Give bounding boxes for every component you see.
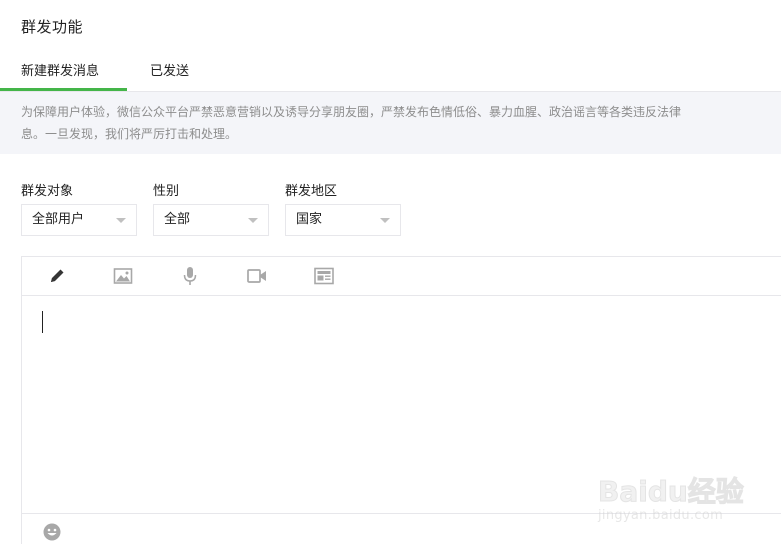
watermark: Baidu经验 jingyan.baidu.com [598,462,773,528]
filter-target: 群发对象 全部用户 [21,180,137,236]
filter-gender-label: 性别 [153,184,180,199]
filter-target-label: 群发对象 [21,184,74,199]
video-icon[interactable] [246,265,268,287]
filter-region: 群发地区 国家 [285,180,401,236]
tab-bar: 新建群发消息 已发送 [0,50,781,92]
region-select[interactable]: 国家 [285,204,401,236]
image-icon[interactable] [112,265,134,287]
page-title: 群发功能 [21,18,84,36]
gender-select[interactable]: 全部 [153,204,269,236]
chevron-down-icon [380,218,390,223]
policy-notice: 为保障用户体验，微信公众平台严禁恶意营销以及诱导分享朋友圈，严禁发布色情低俗、暴… [0,92,781,154]
watermark-logo: Baidu经验 [598,475,745,509]
watermark-url: jingyan.baidu.com [598,508,724,523]
mass-send-page: 群发功能 新建群发消息 已发送 为保障用户体验，微信公众平台严禁恶意营销以及诱导… [0,0,781,544]
text-cursor [42,311,43,333]
microphone-icon[interactable] [179,265,201,287]
news-icon[interactable] [313,265,335,287]
pencil-icon[interactable] [46,265,68,287]
tab-sent[interactable]: 已发送 [150,60,189,92]
filter-gender: 性别 全部 [153,180,269,236]
editor-toolbar [22,257,781,296]
chevron-down-icon [248,218,258,223]
region-select-value: 国家 [296,212,323,227]
target-select[interactable]: 全部用户 [21,204,137,236]
gender-select-value: 全部 [164,212,191,227]
active-tab-indicator [0,88,127,91]
chevron-down-icon [116,218,126,223]
filter-region-label: 群发地区 [285,184,338,199]
notice-line-2: 息。一旦发现，我们将严厉打击和处理。 [21,127,238,141]
emoji-icon[interactable] [42,522,62,542]
target-select-value: 全部用户 [32,212,85,227]
notice-line-1: 为保障用户体验，微信公众平台严禁恶意营销以及诱导分享朋友圈，严禁发布色情低俗、暴… [21,105,682,119]
